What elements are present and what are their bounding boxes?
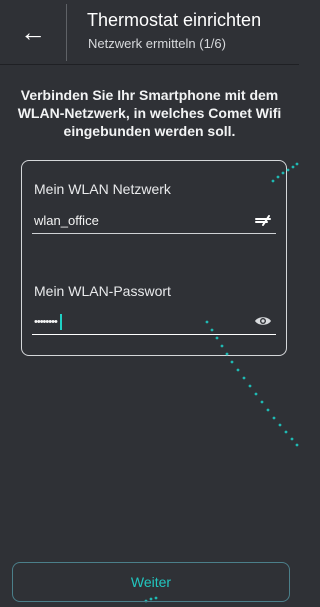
- network-value: wlan_office: [34, 213, 99, 228]
- password-input[interactable]: ••••••••: [32, 309, 276, 335]
- app-header: ← Thermostat einrichten Netzwerk ermitte…: [0, 0, 299, 65]
- page-title: Thermostat einrichten: [87, 10, 262, 30]
- back-arrow-icon: ←: [20, 17, 46, 47]
- password-value: ••••••••: [34, 315, 58, 328]
- next-button-label: Weiter: [130, 574, 172, 590]
- intro-text: Verbinden Sie Ihr Smartphone mit dem WLA…: [17, 87, 282, 139]
- wifi-select-icon[interactable]: [254, 212, 272, 228]
- network-label: Mein WLAN Netzwerk: [34, 181, 171, 197]
- page-subtitle: Netzwerk ermitteln (1/6): [88, 36, 226, 51]
- network-input[interactable]: wlan_office: [32, 208, 276, 234]
- eye-icon[interactable]: [254, 313, 272, 329]
- text-caret: [59, 313, 62, 330]
- wifi-form-card: Mein WLAN Netzwerk wlan_office Mein WLAN…: [21, 160, 287, 356]
- password-label: Mein WLAN-Passwort: [34, 283, 171, 299]
- next-button[interactable]: Weiter: [12, 562, 290, 602]
- header-divider: [66, 4, 67, 61]
- header-bottom-rule: [0, 64, 299, 65]
- back-button[interactable]: ←: [0, 0, 66, 65]
